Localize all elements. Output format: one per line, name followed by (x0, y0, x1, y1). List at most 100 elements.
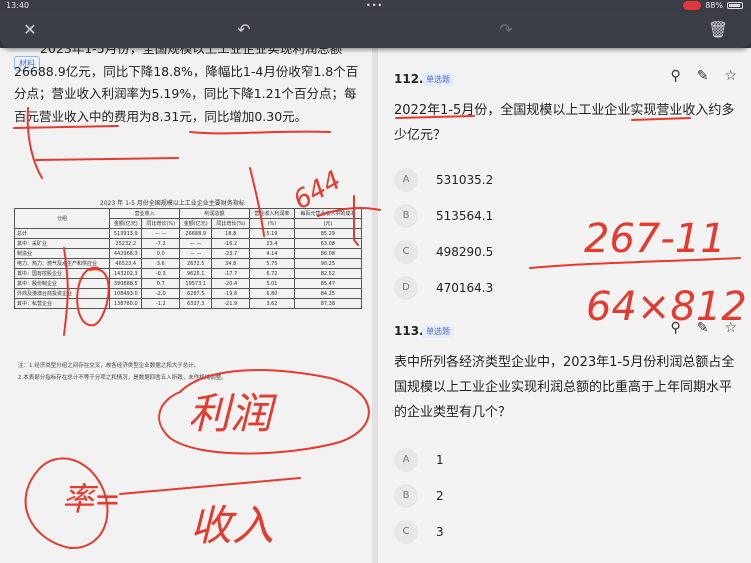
table-cell: 5.01 (249, 278, 295, 289)
table-cell: 108493.0 (109, 288, 143, 299)
option-text: 531035.2 (436, 173, 494, 187)
star-icon[interactable]: ☆ (724, 320, 737, 336)
table-cell: 4.14 (249, 248, 295, 259)
table-cell: 2672.5 (179, 258, 213, 269)
col-subheader: 金额(亿元) (179, 218, 213, 229)
table-cell: 6.72 (249, 268, 295, 279)
option-letter-badge: A (394, 448, 418, 472)
col-header: 每百元营业收入中的成本 (293, 208, 363, 219)
table-row: 总计 513913.9— —26688.9 18.8 5.19 85.29 (13, 228, 363, 239)
table-cell: 0.0 (141, 248, 181, 259)
delete-icon[interactable]: 🗑 (706, 18, 730, 42)
table-title: 2023 年 1-5 月份全国规模以上工业企业主要财务指标 (100, 200, 245, 207)
table-cell: 513913.9 (109, 228, 143, 239)
option-d[interactable]: D 470164.3 (394, 276, 493, 300)
col-subheader: 同比增长(%) (211, 218, 251, 229)
option-b[interactable]: B2 (394, 484, 444, 508)
question-pane: 112. 单选题 ⚲ ✎ ☆ 2022年1-5月份，全国规模以上工业企业实现营业… (378, 48, 751, 563)
question-112-number: 112. (394, 72, 424, 86)
question-112-text: 2022年1-5月份，全国规模以上工业企业实现营业收入约多少亿元？ (394, 103, 735, 143)
table-cell: -1.2 (141, 298, 181, 309)
table-cell: 34.8 (211, 258, 251, 269)
table-cell: 63.08 (293, 238, 363, 249)
table-cell: — — (179, 238, 213, 249)
table-cell: 23.4 (249, 238, 295, 249)
table-row: 其中：国有控股企业 143202.3 -0.3 9625.1 -17.7 6.72 82.5… (13, 268, 363, 279)
table-cell: -2.0 (141, 288, 181, 299)
table-cell: 86.08 (293, 248, 363, 259)
table-cell: 85.47 (293, 278, 363, 289)
table-cell: 143202.3 (109, 268, 143, 279)
table-cell: 390888.5 (109, 278, 143, 289)
option-text: 2 (436, 489, 444, 503)
col-subheader: 同比增长(%) (141, 218, 181, 229)
table-row: 其中：股份制企业 390888.5 0.7 19573.1 -20.4 5.01 85.47 (13, 278, 363, 289)
pin-icon[interactable]: ⚲ (670, 320, 680, 336)
table-cell: -0.3 (141, 268, 181, 279)
option-text: 470164.3 (436, 281, 494, 295)
option-letter-badge: C (394, 240, 418, 264)
table-row: 电力、热力、燃气及水生产和供应业 46523.4 3.6 2672.5 34.8 5.75… (13, 258, 363, 269)
table-cell: 18.8 (211, 228, 251, 239)
table-cell: 85.29 (293, 228, 363, 239)
option-c[interactable]: C 498290.5 (394, 240, 493, 264)
recording-indicator-icon (683, 1, 702, 10)
multitask-dots[interactable]: ••• (366, 1, 383, 10)
top-toolbar: ✕ ↶ ↷ 🗑 (0, 12, 751, 48)
row-label: 制造业 (13, 248, 111, 259)
table-cell: -23.7 (211, 248, 251, 259)
edit-icon[interactable]: ✎ (697, 320, 709, 336)
table-cell: 26688.9 (179, 228, 213, 239)
table-cell: 5.19 (249, 228, 295, 239)
question-113-actions: ⚲ ✎ ☆ (670, 320, 737, 336)
option-b[interactable]: B 513564.1 (394, 204, 493, 228)
table-cell: -16.2 (211, 238, 251, 249)
table-cell: -17.7 (211, 268, 251, 279)
row-label: 外商及港澳台商投资企业 (13, 288, 111, 299)
table-cell: 87.38 (293, 298, 363, 309)
pin-icon[interactable]: ⚲ (670, 68, 680, 84)
table-row: 其中：私营企业 138780.0 -1.2 6337.3 -21.9 3.62 87.38 (13, 298, 363, 309)
table-cell: 3.62 (249, 298, 295, 309)
option-a[interactable]: A 531035.2 (394, 168, 493, 192)
row-label: 总计 (13, 228, 111, 239)
table-cell: 3.6 (141, 258, 181, 269)
star-icon[interactable]: ☆ (724, 68, 737, 84)
option-letter-badge: B (394, 484, 418, 508)
row-label: 其中：采矿业 (13, 238, 111, 249)
option-letter-badge: A (394, 168, 418, 192)
row-label: 其中：私营企业 (13, 298, 111, 309)
table-cell: -19.8 (211, 288, 251, 299)
battery-icon (727, 2, 743, 9)
table-notes: 注：1.经济类型分组之间存在交叉，故各经济类型企业数据之和大于总计。 2.本表部… (18, 360, 227, 384)
col-header: 营业收入利润率 (249, 208, 295, 219)
table-cell: 84.25 (293, 288, 363, 299)
table-cell: 138780.0 (109, 298, 143, 309)
table-cell: -7.2 (141, 238, 181, 249)
table-cell: 19573.1 (179, 278, 213, 289)
table-cell: 6287.5 (179, 288, 213, 299)
undo-icon[interactable]: ↶ (232, 18, 256, 42)
table-cell: 5.80 (249, 288, 295, 299)
table-row: 制造业 442968.3 0.0— — -23.7 4.14 86.08 (13, 248, 363, 259)
question-113-type: 单选题 (422, 325, 454, 338)
option-c[interactable]: C3 (394, 520, 444, 544)
table-cell: 5.75 (249, 258, 295, 269)
col-subheader: (%) (249, 218, 295, 229)
table-header-row: 分组 营业收入 利润总额 营业收入利润率 每百元营业收入中的成本 (13, 208, 363, 229)
option-letter-badge: D (394, 276, 418, 300)
redo-icon[interactable]: ↷ (494, 18, 518, 42)
table-cell: — — (179, 248, 213, 259)
edit-icon[interactable]: ✎ (697, 68, 709, 84)
option-a[interactable]: A1 (394, 448, 444, 472)
close-icon[interactable]: ✕ (18, 18, 42, 42)
table-cell: 0.7 (141, 278, 181, 289)
question-113-text: 表中所列各经济类型企业中，2023年1-5月份利润总额占全国规模以上工业企业实现… (394, 355, 735, 420)
table-cell: 90.25 (293, 258, 363, 269)
row-label: 其中：国有控股企业 (13, 268, 111, 279)
material-paragraph: 2023年1-5月份，全国规模以上工业企业实现利润总额26688.9亿元，同比下… (14, 38, 364, 128)
question-113-number: 113. (394, 324, 424, 338)
status-time: 13:40 (6, 1, 30, 10)
col-header: 营业收入 (109, 208, 181, 219)
table-cell: 9625.1 (179, 268, 213, 279)
